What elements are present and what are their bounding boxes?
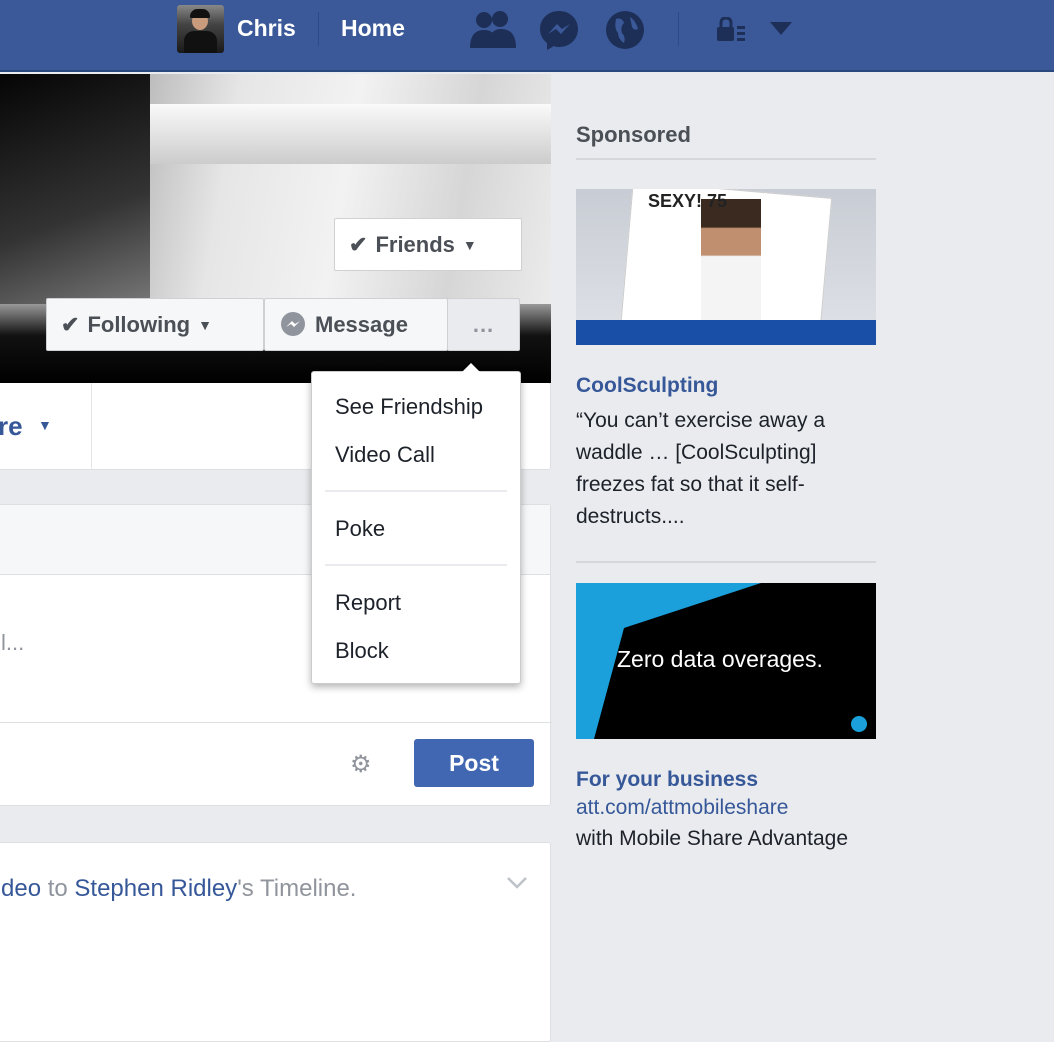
- following-label: Following: [87, 311, 191, 337]
- ad-body: “You can’t exercise away a waddle … [Coo…: [576, 409, 826, 528]
- menu-item-report[interactable]: Report: [335, 590, 401, 616]
- divider: [576, 158, 876, 160]
- divider: [325, 564, 507, 566]
- notifications-globe-icon[interactable]: [604, 9, 646, 51]
- ad-body: with Mobile Share Advantage: [576, 827, 849, 850]
- post-button[interactable]: Post: [414, 739, 534, 787]
- chevron-down-icon[interactable]: [506, 876, 528, 890]
- divider: [0, 722, 552, 723]
- ad-title-coolsculpting[interactable]: CoolSculpting: [576, 374, 718, 398]
- menu-item-see-friendship[interactable]: See Friendship: [335, 394, 483, 420]
- friend-requests-icon[interactable]: [468, 10, 518, 48]
- divider: [678, 12, 679, 46]
- home-link[interactable]: Home: [341, 15, 405, 42]
- message-label: Message: [315, 311, 408, 337]
- sponsored-heading: Sponsored: [576, 122, 691, 147]
- message-button[interactable]: Message: [264, 298, 448, 351]
- menu-item-block[interactable]: Block: [335, 638, 389, 664]
- check-icon: ✔: [61, 311, 80, 337]
- account-menu-caret-icon[interactable]: [770, 22, 792, 36]
- divider: [318, 12, 319, 46]
- feed-story: deo to Stephen Ridley's Timeline.: [0, 842, 551, 1042]
- messenger-icon[interactable]: [538, 9, 580, 51]
- top-navigation-bar: Chris Home: [0, 0, 1054, 72]
- check-icon: ✔: [349, 231, 368, 257]
- menu-item-poke[interactable]: Poke: [335, 516, 385, 542]
- friends-label: Friends: [375, 231, 455, 257]
- user-avatar[interactable]: [177, 5, 224, 53]
- att-ad-image[interactable]: Zero data overages.: [576, 583, 876, 739]
- friends-button[interactable]: ✔ Friends ▼: [334, 218, 522, 271]
- more-options-menu: See Friendship Video Call Poke Report Bl…: [311, 363, 521, 684]
- story-text: 's Timeline.: [237, 875, 357, 902]
- settings-gear-icon[interactable]: ⚙: [350, 750, 372, 779]
- caret-down-icon: ▼: [38, 417, 52, 433]
- coolsculpting-ad-image[interactable]: SEXY! 75: [576, 189, 876, 345]
- more-options-button[interactable]: ...: [447, 298, 520, 351]
- story-text: to: [41, 875, 75, 902]
- privacy-lock-icon[interactable]: [716, 17, 752, 43]
- story-headline: deo to Stephen Ridley's Timeline.: [1, 875, 356, 903]
- divider: [576, 561, 876, 563]
- caret-down-icon: ▼: [462, 236, 477, 253]
- caret-down-icon: ▼: [198, 316, 212, 333]
- divider: [91, 383, 92, 470]
- following-button[interactable]: ✔ Following ▼: [46, 298, 264, 351]
- video-link[interactable]: deo: [1, 875, 41, 902]
- profile-link-stephen-ridley[interactable]: Stephen Ridley: [74, 875, 237, 902]
- messenger-icon: [281, 311, 305, 336]
- menu-item-video-call[interactable]: Video Call: [335, 442, 435, 468]
- profile-link[interactable]: Chris: [237, 15, 296, 42]
- more-icon: ...: [472, 311, 495, 337]
- tab-more[interactable]: re: [0, 411, 23, 442]
- ad-image-text: SEXY! 75: [648, 191, 728, 211]
- composer-input[interactable]: l...: [1, 630, 24, 656]
- divider: [325, 490, 507, 492]
- ad-url[interactable]: att.com/attmobileshare: [576, 796, 788, 820]
- ad-title-business[interactable]: For your business: [576, 768, 758, 792]
- ad-image-text: Zero data overages.: [617, 646, 823, 672]
